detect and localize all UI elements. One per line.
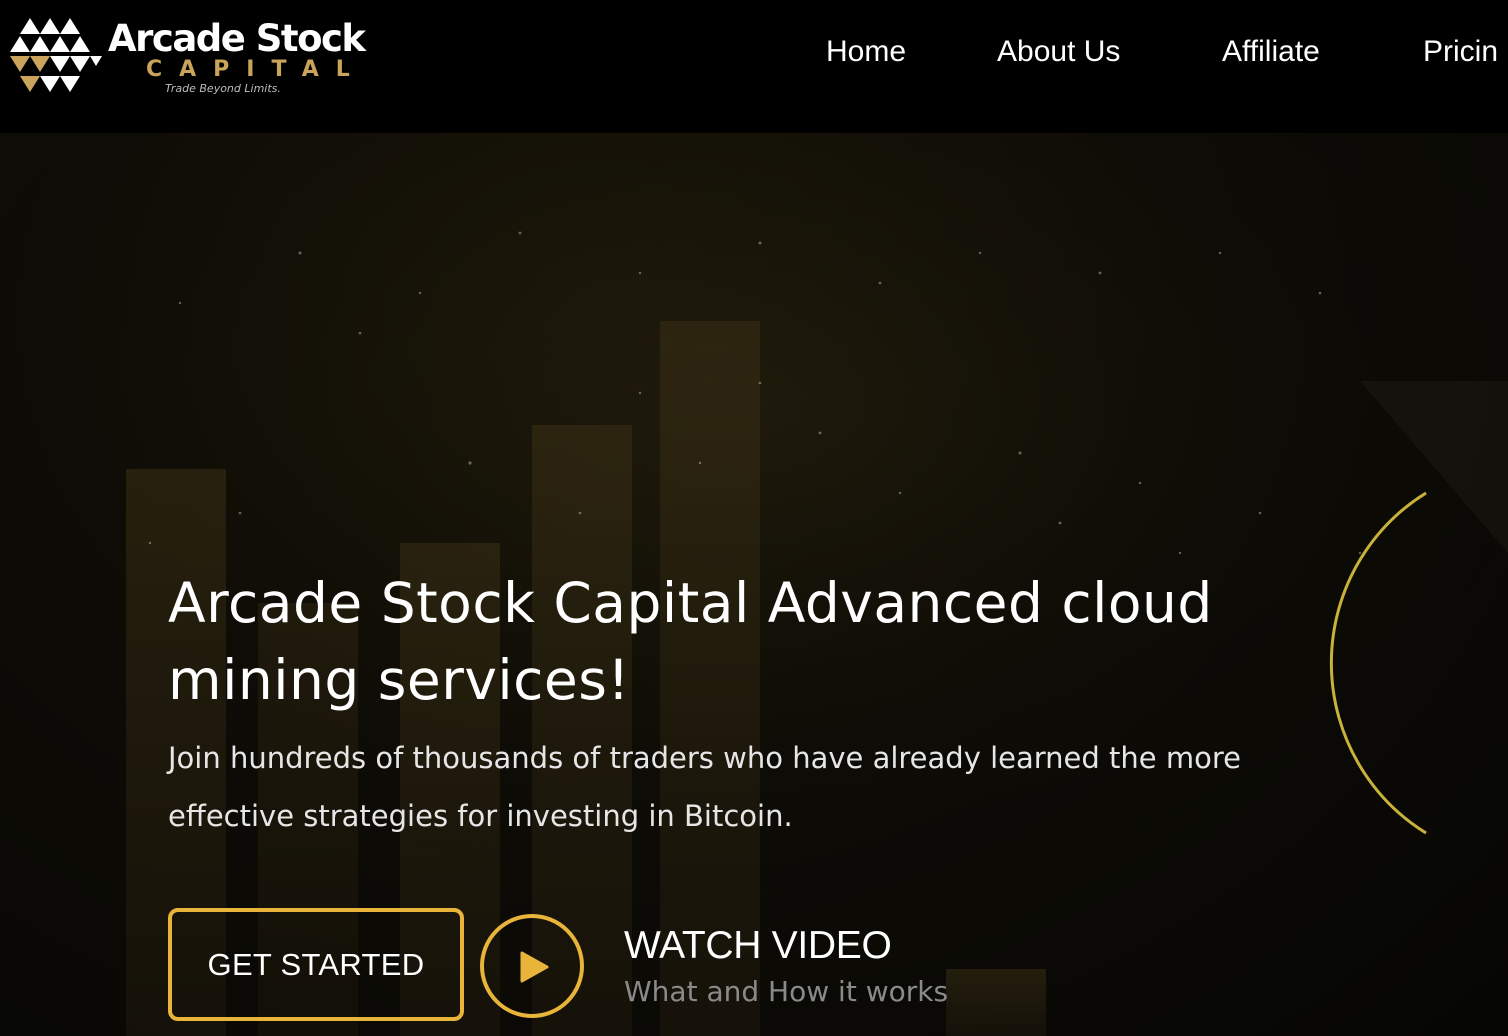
main-nav: Home About Us Affiliate Pricin	[0, 0, 1508, 133]
top-navbar: Arcade Stock CAPITAL Trade Beyond Limits…	[0, 0, 1508, 133]
nav-pricing[interactable]: Pricin	[1423, 34, 1498, 70]
hero-title: Arcade Stock Capital Advanced cloud mini…	[168, 571, 1213, 712]
nav-about-us[interactable]: About Us	[997, 34, 1120, 70]
play-icon	[520, 951, 549, 983]
hero-subtitle: Join hundreds of thousands of traders wh…	[168, 741, 1241, 833]
watch-video-subtitle: What and How it works	[624, 975, 949, 1008]
nav-home[interactable]: Home	[826, 34, 906, 70]
hero-section: Arcade Stock Capital Advanced cloud mini…	[0, 133, 1508, 1036]
nav-affiliate[interactable]: Affiliate	[1222, 34, 1320, 70]
watch-video-title[interactable]: WATCH VIDEO	[624, 923, 892, 969]
get-started-button[interactable]: GET STARTED	[168, 908, 464, 1021]
watch-video-play-button[interactable]	[480, 914, 584, 1018]
